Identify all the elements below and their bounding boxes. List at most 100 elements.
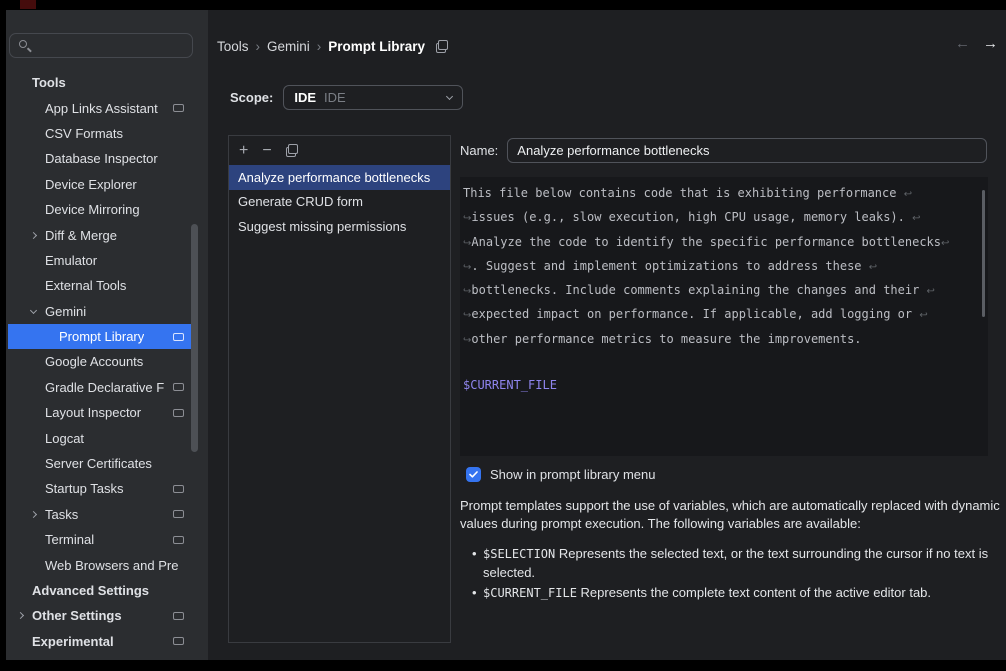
sidebar-item-tools[interactable]: Tools [8, 70, 194, 95]
sidebar-item-terminal[interactable]: Terminal [8, 527, 194, 552]
sidebar-item-external-tools[interactable]: External Tools [8, 273, 194, 298]
breadcrumb-separator: › [317, 39, 322, 54]
editor-line: ↪issues (e.g., slow execution, high CPU … [463, 206, 988, 230]
editor-line: $CURRENT_FILE [463, 374, 988, 396]
show-in-menu-checkbox[interactable] [466, 467, 481, 482]
screen-icon [173, 409, 184, 417]
sidebar-item-prompt-library[interactable]: Prompt Library [8, 324, 194, 349]
back-button[interactable]: ← [955, 35, 970, 52]
soft-wrap-icon: ↪ [463, 213, 471, 224]
editor-scrollbar-thumb[interactable] [982, 190, 985, 317]
sidebar-item-label: Emulator [45, 253, 97, 268]
sidebar-item-advanced-settings[interactable]: Advanced Settings [8, 578, 194, 603]
editor-line [463, 352, 988, 374]
sidebar-item-gradle-declarative-f[interactable]: Gradle Declarative F [8, 375, 194, 400]
screen-icon [173, 333, 184, 341]
prompt-list-item[interactable]: Analyze performance bottlenecks [229, 165, 450, 190]
add-prompt-button[interactable]: + [239, 144, 248, 158]
sidebar-item-label: Gradle Declarative F [45, 380, 164, 395]
scope-value: IDE [294, 90, 316, 105]
remove-prompt-button[interactable]: − [262, 144, 271, 158]
history-nav: ← → [955, 35, 998, 52]
forward-button[interactable]: → [983, 35, 998, 52]
chevron-down-icon [446, 93, 453, 100]
search-icon [19, 40, 27, 48]
variables-description: Prompt templates support the use of vari… [460, 497, 1000, 532]
bullet: • [472, 545, 483, 581]
prompt-list-item[interactable]: Suggest missing permissions [229, 214, 450, 239]
sidebar-item-emulator[interactable]: Emulator [8, 248, 194, 273]
breadcrumb-item[interactable]: Tools [217, 39, 249, 54]
settings-search-input[interactable] [9, 33, 193, 58]
sidebar-item-startup-tasks[interactable]: Startup Tasks [8, 476, 194, 501]
sidebar-scrollbar-thumb[interactable] [191, 224, 198, 452]
sidebar-item-label: Diff & Merge [45, 228, 117, 243]
soft-wrap-icon: ↪ [463, 286, 471, 297]
sidebar-item-server-certificates[interactable]: Server Certificates [8, 451, 194, 476]
chevron-right-icon[interactable] [30, 231, 37, 238]
chevron-right-icon[interactable] [17, 612, 24, 619]
sidebar-item-label: Google Accounts [45, 354, 143, 369]
sidebar-item-experimental[interactable]: Experimental [8, 629, 194, 654]
scope-dropdown[interactable]: IDE IDE [283, 85, 463, 110]
sidebar-item-label: Tools [32, 75, 66, 90]
editor-line: ↪other performance metrics to measure th… [463, 328, 988, 352]
breadcrumb-item[interactable]: Gemini [267, 39, 310, 54]
prompt-list-toolbar: + − [229, 136, 450, 165]
screen-icon [173, 510, 184, 518]
sidebar-item-database-inspector[interactable]: Database Inspector [8, 146, 194, 171]
screen-icon [173, 485, 184, 493]
breadcrumb-item[interactable]: Prompt Library [328, 39, 425, 54]
sidebar-item-app-links-assistant[interactable]: App Links Assistant [8, 95, 194, 120]
sidebar-item-other-settings[interactable]: Other Settings [8, 603, 194, 628]
sidebar-item-logcat[interactable]: Logcat [8, 425, 194, 450]
sidebar-item-label: Server Certificates [45, 456, 152, 471]
soft-wrap-icon: ↩ [927, 286, 935, 297]
sidebar-item-label: Experimental [32, 634, 114, 649]
prompt-list-item[interactable]: Generate CRUD form [229, 190, 450, 215]
variables-list: •$SELECTION Represents the selected text… [460, 545, 1006, 606]
prompt-editor[interactable]: This file below contains code that is ex… [460, 177, 988, 456]
sidebar-item-layout-inspector[interactable]: Layout Inspector [8, 400, 194, 425]
sidebar-item-label: Web Browsers and Pre [45, 558, 178, 573]
scope-row: Scope: IDE IDE [230, 85, 463, 110]
soft-wrap-icon: ↪ [463, 262, 471, 273]
sidebar-item-csv-formats[interactable]: CSV Formats [8, 121, 194, 146]
screen-icon [173, 612, 184, 620]
chevron-down-icon[interactable] [30, 307, 37, 314]
sidebar-item-diff-merge[interactable]: Diff & Merge [8, 222, 194, 247]
prompt-name-input[interactable]: Analyze performance bottlenecks [507, 138, 987, 163]
breadcrumb-separator: › [256, 39, 261, 54]
sidebar-item-label: Advanced Settings [32, 583, 149, 598]
settings-tree: Tools App Links Assistant CSV Formats Datab… [6, 70, 208, 654]
chevron-slot [31, 233, 45, 238]
sidebar-item-label: Prompt Library [59, 329, 144, 344]
checkbox-label: Show in prompt library menu [490, 467, 655, 482]
variable-item: •$SELECTION Represents the selected text… [460, 545, 1006, 581]
copy-icon[interactable] [436, 40, 448, 53]
sidebar-item-label: Terminal [45, 532, 94, 547]
soft-wrap-icon: ↩ [869, 262, 877, 273]
breadcrumb: Tools › Gemini › Prompt Library [217, 36, 448, 56]
sidebar-item-label: Gemini [45, 304, 86, 319]
soft-wrap-icon: ↪ [463, 310, 471, 321]
soft-wrap-icon: ↪ [463, 335, 471, 346]
editor-line: ↪Analyze the code to identify the specif… [463, 231, 988, 255]
variable-description: $SELECTION Represents the selected text,… [483, 545, 1006, 581]
screen-icon [173, 104, 184, 112]
sidebar-item-label: App Links Assistant [45, 101, 158, 116]
sidebar-item-label: CSV Formats [45, 126, 123, 141]
sidebar-item-label: Database Inspector [45, 151, 158, 166]
sidebar-item-device-mirroring[interactable]: Device Mirroring [8, 197, 194, 222]
sidebar-item-gemini[interactable]: Gemini [8, 299, 194, 324]
prompt-list-panel: + − Analyze performance bottlenecksGener… [228, 135, 451, 643]
sidebar-item-web-browsers-and-pre[interactable]: Web Browsers and Pre [8, 552, 194, 577]
chevron-right-icon[interactable] [30, 511, 37, 518]
duplicate-prompt-button[interactable] [286, 144, 298, 157]
sidebar-item-label: Tasks [45, 507, 78, 522]
sidebar-item-tasks[interactable]: Tasks [8, 502, 194, 527]
sidebar-item-google-accounts[interactable]: Google Accounts [8, 349, 194, 374]
titlebar-artifact [20, 0, 36, 9]
sidebar-item-device-explorer[interactable]: Device Explorer [8, 172, 194, 197]
check-icon [469, 471, 478, 478]
